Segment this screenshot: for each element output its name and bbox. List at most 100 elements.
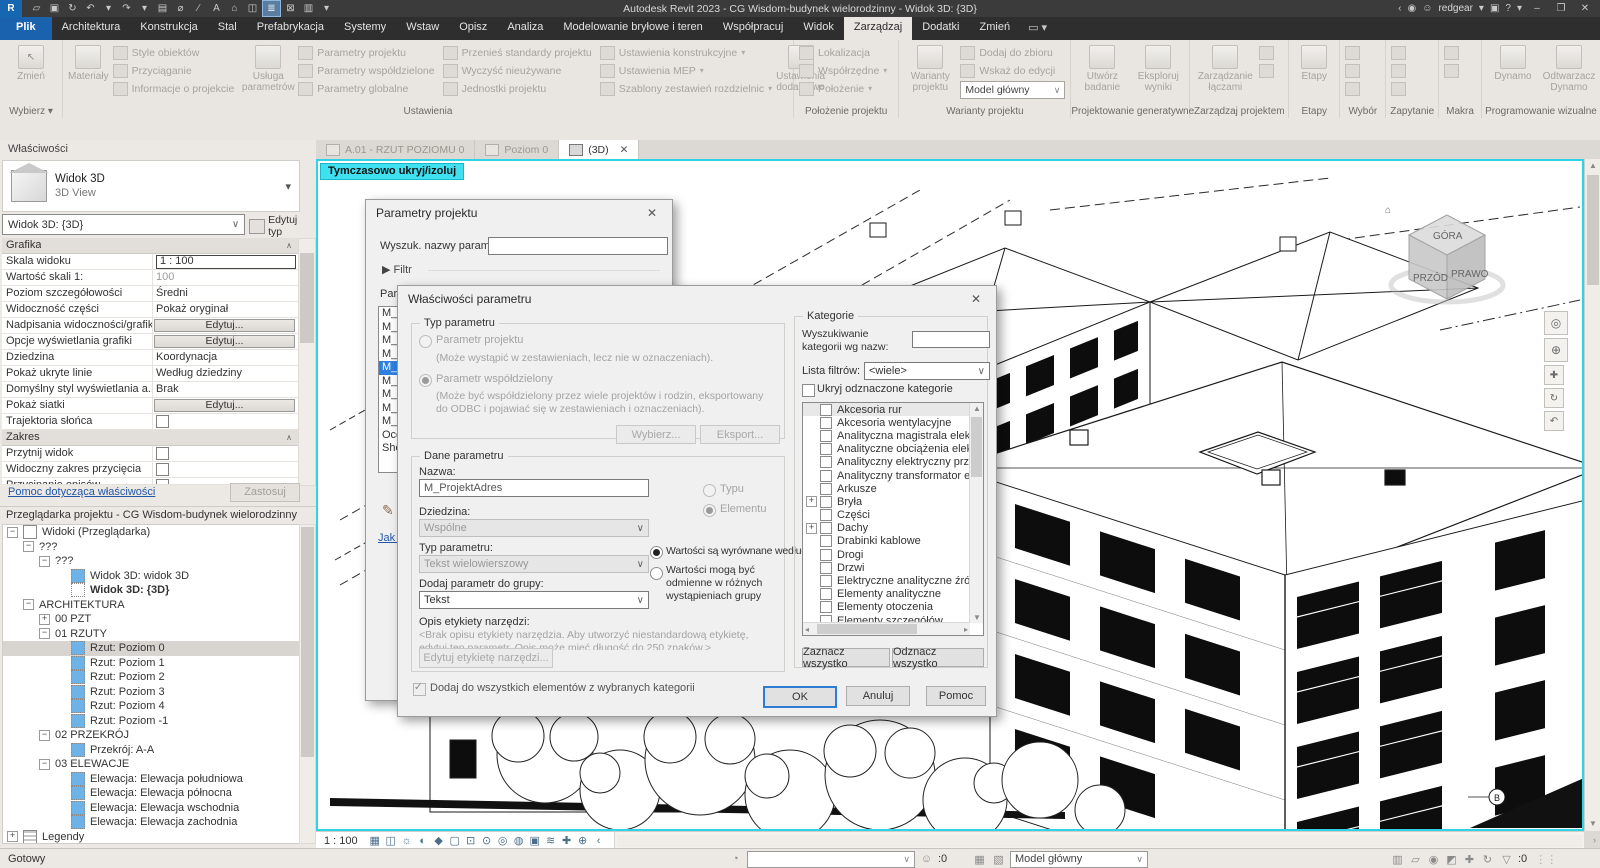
design-options-edit-icon[interactable]: ▧	[991, 852, 1006, 866]
view-scale-button[interactable]: 1 : 100	[324, 835, 358, 847]
modify-button[interactable]: ↖ Zmień	[5, 43, 57, 82]
dynamo-player-button[interactable]: Odtwarzacz Dynamo	[1543, 43, 1595, 93]
restore-button[interactable]: ❐	[1552, 3, 1570, 14]
coordinates-icon[interactable]: Współrzędne▾	[799, 63, 887, 78]
property-value[interactable]: Edytuj...	[153, 398, 298, 413]
category-row[interactable]: Elementy otoczenia	[803, 601, 970, 614]
browser-tree-item[interactable]: Elewacja: Elewacja zachodnia	[3, 815, 301, 830]
temporary-hide-isolate-icon[interactable]: ◎	[496, 834, 510, 848]
category-checkbox[interactable]	[820, 522, 832, 534]
export-shared-button[interactable]: Eksport...	[700, 425, 780, 444]
select-by-face-toggle[interactable]: ◩	[1444, 852, 1459, 866]
type-selector-caret-icon[interactable]: ▾	[285, 180, 299, 193]
load-selection-button[interactable]	[1345, 63, 1360, 78]
tab-zarzadzaj[interactable]: Zarządzaj	[844, 17, 912, 40]
tab-widok[interactable]: Widok	[793, 17, 844, 40]
tree-expander-icon[interactable]: −	[23, 599, 34, 610]
scroll-up-icon[interactable]: ▲	[1585, 159, 1600, 173]
category-row[interactable]: Analityczny elektryczny przełączn	[803, 456, 970, 469]
background-processes-icon[interactable]: ↻	[1480, 852, 1495, 866]
filter-expander[interactable]: ▶ Filtr	[382, 263, 412, 276]
viewcube-home-icon[interactable]: ⌂	[1385, 205, 1391, 216]
warnings-button[interactable]	[1391, 81, 1406, 96]
editing-requests-icon[interactable]: ☺	[919, 852, 934, 866]
mep-settings-icon[interactable]: Ustawienia MEP▾	[600, 63, 772, 78]
select-underlay-toggle[interactable]: ▱	[1408, 852, 1423, 866]
print-icon[interactable]: ▤	[154, 1, 171, 16]
object-styles-icon[interactable]: Style obiektów	[113, 45, 239, 60]
check-none-button[interactable]: Odznacz wszystko	[892, 648, 984, 667]
tab-architektura[interactable]: Architektura	[52, 17, 131, 40]
highlight-displacement-icon[interactable]: ✚	[560, 834, 574, 848]
group-under-select[interactable]: Tekst	[419, 591, 649, 609]
browser-tree-item[interactable]: Rzut: Poziom 1	[3, 656, 301, 671]
properties-scrollbar[interactable]	[298, 238, 316, 486]
tab-konstrukcja[interactable]: Konstrukcja	[130, 17, 207, 40]
property-value[interactable]: 1 : 100	[153, 254, 298, 269]
properties-header[interactable]: Właściwości	[0, 140, 316, 161]
help-caret-icon[interactable]: ▾	[1517, 3, 1522, 14]
category-checkbox[interactable]	[820, 496, 832, 508]
design-options-status-icon[interactable]: ▦	[972, 852, 987, 866]
category-search-input[interactable]	[912, 331, 990, 348]
search-collapse-icon[interactable]: ‹	[1398, 3, 1401, 14]
category-checkbox[interactable]	[820, 404, 832, 416]
worksets-icon[interactable]: ◔	[728, 852, 743, 866]
text-icon[interactable]: A	[208, 1, 225, 16]
thin-lines-icon[interactable]: ≣	[262, 0, 281, 17]
element-ids-button[interactable]	[1391, 45, 1406, 60]
undo-caret-icon[interactable]: ▾	[100, 1, 117, 16]
temporary-hide-isolate-banner[interactable]: Tymczasowo ukryj/izoluj	[320, 163, 464, 180]
ribbon-display-toggle-icon[interactable]: ▭ ▾	[1020, 17, 1055, 40]
show-analytical-model-icon[interactable]: ≋	[544, 834, 558, 848]
tab-wstaw[interactable]: Wstaw	[396, 17, 449, 40]
project-parameters-icon[interactable]: Parametry projektu	[298, 45, 438, 60]
category-hscrollbar[interactable]: ◂▸	[803, 622, 970, 635]
tree-expander-icon[interactable]: −	[39, 628, 50, 639]
tree-expander-icon[interactable]: −	[39, 759, 50, 770]
tab-modelowanie[interactable]: Modelowanie bryłowe i teren	[553, 17, 712, 40]
ok-button[interactable]: OK	[763, 686, 837, 708]
category-checkbox[interactable]	[820, 562, 832, 574]
browser-tree-item[interactable]: Rzut: Poziom -1	[3, 714, 301, 729]
pan-icon[interactable]: ✚	[1544, 365, 1564, 385]
browser-tree-item[interactable]: Widok 3D: {3D}	[3, 583, 301, 598]
property-value[interactable]: Edytuj...	[153, 334, 298, 349]
property-value[interactable]: Edytuj...	[153, 318, 298, 333]
category-row[interactable]: + Dachy	[803, 522, 970, 535]
values-vary-radio[interactable]	[650, 567, 663, 580]
category-list[interactable]: Akcesoria rur Akcesoria wentylacyjne Ana…	[802, 402, 984, 636]
snaps-icon[interactable]: Przyciąganie	[113, 63, 239, 78]
browser-tree-item[interactable]: − ???	[3, 540, 301, 555]
category-row[interactable]: Elektryczne analityczne źródło za	[803, 574, 970, 587]
open-icon[interactable]: ▱	[28, 1, 45, 16]
browser-tree-item[interactable]: + 00 PZT	[3, 612, 301, 627]
filter-icon[interactable]: ▽	[1499, 852, 1514, 866]
position-icon[interactable]: Położenie▾	[799, 81, 887, 96]
tab-systemy[interactable]: Systemy	[334, 17, 396, 40]
edit-selection-button[interactable]	[1345, 81, 1360, 96]
check-all-button[interactable]: Zaznacz wszystko	[802, 648, 890, 667]
category-checkbox[interactable]	[820, 509, 832, 521]
browser-tree-item[interactable]: Rzut: Poziom 3	[3, 685, 301, 700]
scroll-right-icon[interactable]: ›	[1593, 835, 1596, 845]
active-design-option-status-select[interactable]: Model główny	[1010, 851, 1148, 868]
category-expander-icon[interactable]: +	[806, 496, 817, 507]
category-row[interactable]: Drabinki kablowe	[803, 535, 970, 548]
property-value[interactable]	[153, 414, 298, 429]
apply-button[interactable]: Zastosuj	[230, 483, 300, 502]
revit-logo-icon[interactable]: R	[0, 0, 22, 17]
browser-tree-item[interactable]: Rzut: Poziom 2	[3, 670, 301, 685]
name-input[interactable]: M_ProjektAdres	[419, 479, 649, 497]
switch-windows-icon[interactable]: ▥	[300, 1, 317, 16]
property-value[interactable]: Pokaż oryginał	[153, 302, 298, 317]
property-value[interactable]: Średni	[153, 286, 298, 301]
category-row[interactable]: Elementy analityczne	[803, 588, 970, 601]
param-type-select[interactable]: Tekst wielowierszowy	[419, 555, 649, 573]
category-checkbox[interactable]	[820, 470, 832, 482]
category-checkbox[interactable]	[820, 430, 832, 442]
category-row[interactable]: Analityczne obciążenia elektryc...	[803, 443, 970, 456]
rewind-icon[interactable]: ↶	[1544, 411, 1564, 431]
transfer-project-standards-icon[interactable]: Przenieś standardy projektu	[443, 45, 596, 60]
add-to-all-checkbox[interactable]	[413, 683, 426, 696]
